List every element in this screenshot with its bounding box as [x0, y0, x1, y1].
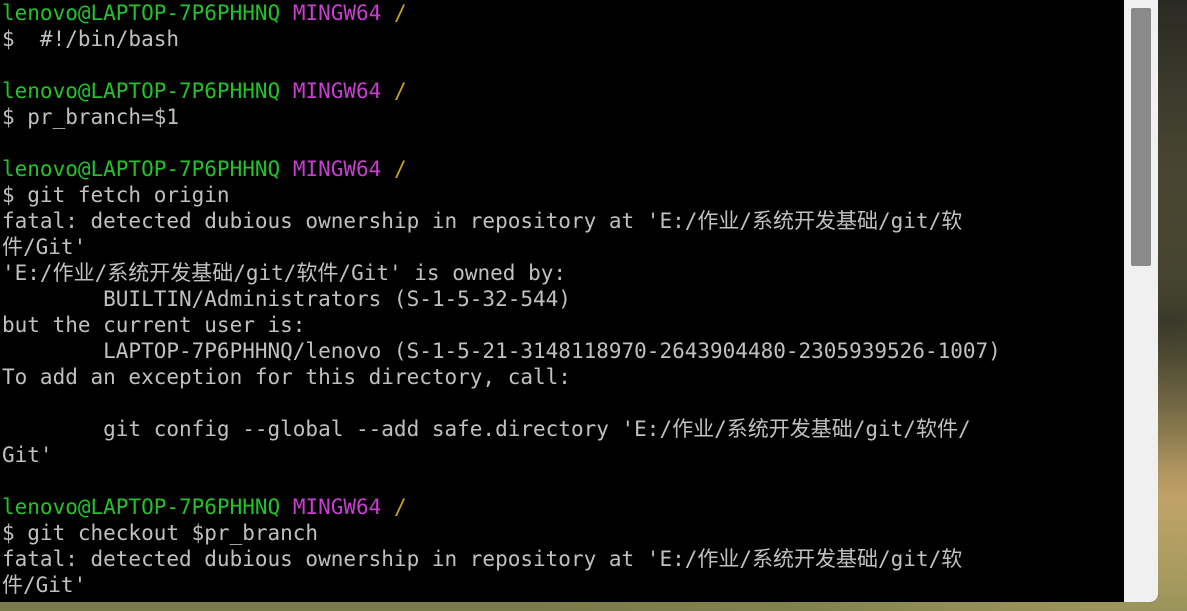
scrollbar-thumb[interactable] [1131, 8, 1151, 266]
terminal-window[interactable]: lenovo@LAPTOP-7P6PHHNQ MINGW64 /$ #!/bin… [0, 0, 1158, 602]
prompt-env: MINGW64 [292, 79, 382, 103]
output-line: 件/Git' [2, 572, 1124, 598]
output-line: Git' [2, 442, 1124, 468]
prompt-user-host: lenovo@LAPTOP-7P6PHHNQ [2, 495, 281, 519]
output-line: $ #!/bin/bash [2, 26, 1124, 52]
prompt-line: lenovo@LAPTOP-7P6PHHNQ MINGW64 / [2, 494, 1124, 520]
output-line: $ pr_branch=$1 [2, 104, 1124, 130]
output-line: $ git fetch origin [2, 182, 1124, 208]
line-text: $ git fetch origin [2, 183, 230, 207]
line-text: Git' [2, 443, 53, 467]
prompt-user-host: lenovo@LAPTOP-7P6PHHNQ [2, 157, 281, 181]
line-text: $ git checkout $pr_branch [2, 521, 319, 545]
prompt-user-host: lenovo@LAPTOP-7P6PHHNQ [2, 79, 281, 103]
line-text: BUILTIN/Administrators (S-1-5-32-544) [2, 287, 571, 311]
prompt-line: lenovo@LAPTOP-7P6PHHNQ MINGW64 / [2, 156, 1124, 182]
line-text: but the current user is: [2, 313, 306, 337]
prompt-env: MINGW64 [292, 1, 382, 25]
output-line: $ git checkout $pr_branch [2, 520, 1124, 546]
vertical-scrollbar[interactable] [1124, 0, 1158, 602]
line-text: 件/Git' [2, 235, 87, 259]
output-line: fatal: detected dubious ownership in rep… [2, 546, 1124, 572]
output-line: 件/Git' [2, 234, 1124, 260]
line-text: fatal: detected dubious ownership in rep… [2, 209, 963, 233]
output-line: BUILTIN/Administrators (S-1-5-32-544) [2, 286, 1124, 312]
line-text: fatal: detected dubious ownership in rep… [2, 547, 963, 571]
output-line: 'E:/作业/系统开发基础/git/软件/Git' is owned by: [2, 260, 1124, 286]
output-line: git config --global --add safe.directory… [2, 416, 1124, 442]
line-text: git config --global --add safe.directory… [2, 417, 971, 441]
line-text: LAPTOP-7P6PHHNQ/lenovo (S-1-5-21-3148118… [2, 339, 1001, 363]
prompt-path: / [393, 157, 407, 181]
output-line: LAPTOP-7P6PHHNQ/lenovo (S-1-5-21-3148118… [2, 338, 1124, 364]
output-line: To add an exception for this directory, … [2, 364, 1124, 390]
line-text: 'E:/作业/系统开发基础/git/软件/Git' is owned by: [2, 261, 567, 285]
prompt-env: MINGW64 [292, 495, 382, 519]
prompt-line: lenovo@LAPTOP-7P6PHHNQ MINGW64 / [2, 0, 1124, 26]
line-text: To add an exception for this directory, … [2, 365, 571, 389]
prompt-user-host: lenovo@LAPTOP-7P6PHHNQ [2, 1, 281, 25]
prompt-line: lenovo@LAPTOP-7P6PHHNQ MINGW64 / [2, 78, 1124, 104]
terminal-output[interactable]: lenovo@LAPTOP-7P6PHHNQ MINGW64 /$ #!/bin… [2, 0, 1124, 598]
prompt-path: / [393, 495, 407, 519]
line-text: $ #!/bin/bash [2, 27, 180, 51]
output-line: but the current user is: [2, 312, 1124, 338]
line-text: 件/Git' [2, 573, 87, 597]
prompt-env: MINGW64 [292, 157, 382, 181]
output-line: fatal: detected dubious ownership in rep… [2, 208, 1124, 234]
prompt-path: / [393, 79, 407, 103]
prompt-path: / [393, 1, 407, 25]
line-text: $ pr_branch=$1 [2, 105, 180, 129]
